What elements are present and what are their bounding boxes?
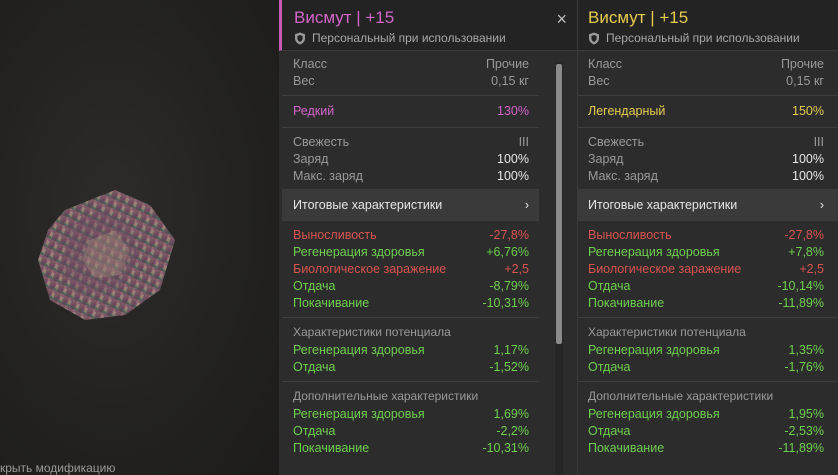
item-title: Висмут | +15 xyxy=(294,8,395,27)
rarity-section: Легендарный 150% xyxy=(578,96,838,128)
rarity-row: Редкий 130% xyxy=(293,104,529,118)
shield-icon xyxy=(589,32,599,44)
status-row: Заряд 100% xyxy=(588,152,824,166)
status-row: Заряд 100% xyxy=(293,152,529,166)
potential-title: Характеристики потенциала xyxy=(588,325,746,339)
stat-row: Отдача -8,79% xyxy=(293,279,529,293)
potential-section: Характеристики потенциала Регенерация зд… xyxy=(578,318,838,382)
info-section: Класс Прочие Вес 0,15 кг xyxy=(578,51,838,96)
stat-row: Биологическое заражение +2,5 xyxy=(293,262,529,276)
status-row: Свежесть III xyxy=(588,135,824,149)
item-binding: Персональный при использовании xyxy=(294,31,506,45)
status-row: Свежесть III xyxy=(293,135,529,149)
item-tooltip-compare: Висмут | +15 Персональный при использова… xyxy=(578,0,838,475)
stat-row: Отдача -10,14% xyxy=(588,279,824,293)
hide-modification-hint[interactable]: крыть модификацию xyxy=(0,461,115,475)
potential-row: Регенерация здоровья 1,35% xyxy=(588,343,824,357)
tooltip-header: Висмут | +15 Персональный при использова… xyxy=(578,0,838,51)
rarity-section: Редкий 130% xyxy=(282,96,539,128)
potential-section: Характеристики потенциала Регенерация зд… xyxy=(282,318,539,382)
info-row: Вес 0,15 кг xyxy=(293,74,529,88)
status-section: Свежесть III Заряд 100% Макс. заряд 100% xyxy=(578,128,838,190)
extra-section: Дополнительные характеристики Регенераци… xyxy=(282,382,539,462)
stat-row: Покачивание -11,89% xyxy=(588,296,824,310)
shield-icon xyxy=(295,32,305,44)
stat-row: Выносливость -27,8% xyxy=(588,228,824,242)
stat-row: Покачивание -10,31% xyxy=(293,296,529,310)
stat-row: Регенерация здоровья +6,76% xyxy=(293,245,529,259)
stat-row: Биологическое заражение +2,5 xyxy=(588,262,824,276)
binding-label: Персональный при использовании xyxy=(606,31,800,45)
summary-label: Итоговые характеристики xyxy=(293,198,443,212)
tooltip-body: Класс Прочие Вес 0,15 кг Легендарный 150% С… xyxy=(578,51,838,475)
extra-row: Покачивание -10,31% xyxy=(293,441,529,455)
chevron-right-icon: › xyxy=(819,198,824,212)
summary-stats-button[interactable]: Итоговые характеристики › xyxy=(578,190,838,221)
item-3d-viewport[interactable]: крыть модификацию xyxy=(0,0,279,475)
extra-row: Отдача -2,2% xyxy=(293,424,529,438)
status-section: Свежесть III Заряд 100% Макс. заряд 100% xyxy=(282,128,539,190)
item-binding: Персональный при использовании xyxy=(588,31,800,45)
item-title: Висмут | +15 xyxy=(588,8,689,27)
status-row: Макс. заряд 100% xyxy=(293,169,529,183)
status-row: Макс. заряд 100% xyxy=(588,169,824,183)
stat-row: Регенерация здоровья +7,8% xyxy=(588,245,824,259)
extra-row: Покачивание -11,89% xyxy=(588,441,824,455)
scrollbar-thumb[interactable] xyxy=(556,64,562,344)
info-section: Класс Прочие Вес 0,15 кг xyxy=(282,51,539,96)
stats-section: Выносливость -27,8% Регенерация здоровья +… xyxy=(282,221,539,318)
close-icon[interactable]: × xyxy=(556,10,567,28)
stat-row: Выносливость -27,8% xyxy=(293,228,529,242)
potential-row: Регенерация здоровья 1,17% xyxy=(293,343,529,357)
item-tooltip-current: Висмут | +15 Персональный при использова… xyxy=(279,0,577,475)
stats-section: Выносливость -27,8% Регенерация здоровья +… xyxy=(578,221,838,318)
extra-row: Регенерация здоровья 1,95% xyxy=(588,407,824,421)
extra-title: Дополнительные характеристики xyxy=(293,389,479,403)
bismuth-crystal-icon xyxy=(38,190,175,320)
potential-title: Характеристики потенциала xyxy=(293,325,451,339)
summary-label: Итоговые характеристики xyxy=(588,198,738,212)
info-row: Класс Прочие xyxy=(293,57,529,71)
extra-title: Дополнительные характеристики xyxy=(588,389,774,403)
potential-row: Отдача -1,52% xyxy=(293,360,529,374)
tooltip-body: Класс Прочие Вес 0,15 кг Редкий 130% Свежес… xyxy=(282,51,539,475)
info-row: Вес 0,15 кг xyxy=(588,74,824,88)
summary-stats-button[interactable]: Итоговые характеристики › xyxy=(282,190,539,221)
extra-section: Дополнительные характеристики Регенераци… xyxy=(578,382,838,462)
extra-row: Регенерация здоровья 1,69% xyxy=(293,407,529,421)
rarity-row: Легендарный 150% xyxy=(588,104,824,118)
binding-label: Персональный при использовании xyxy=(312,31,506,45)
tooltip-header: Висмут | +15 Персональный при использова… xyxy=(279,0,577,51)
info-row: Класс Прочие xyxy=(588,57,824,71)
extra-row: Отдача -2,53% xyxy=(588,424,824,438)
chevron-right-icon: › xyxy=(524,198,529,212)
potential-row: Отдача -1,76% xyxy=(588,360,824,374)
